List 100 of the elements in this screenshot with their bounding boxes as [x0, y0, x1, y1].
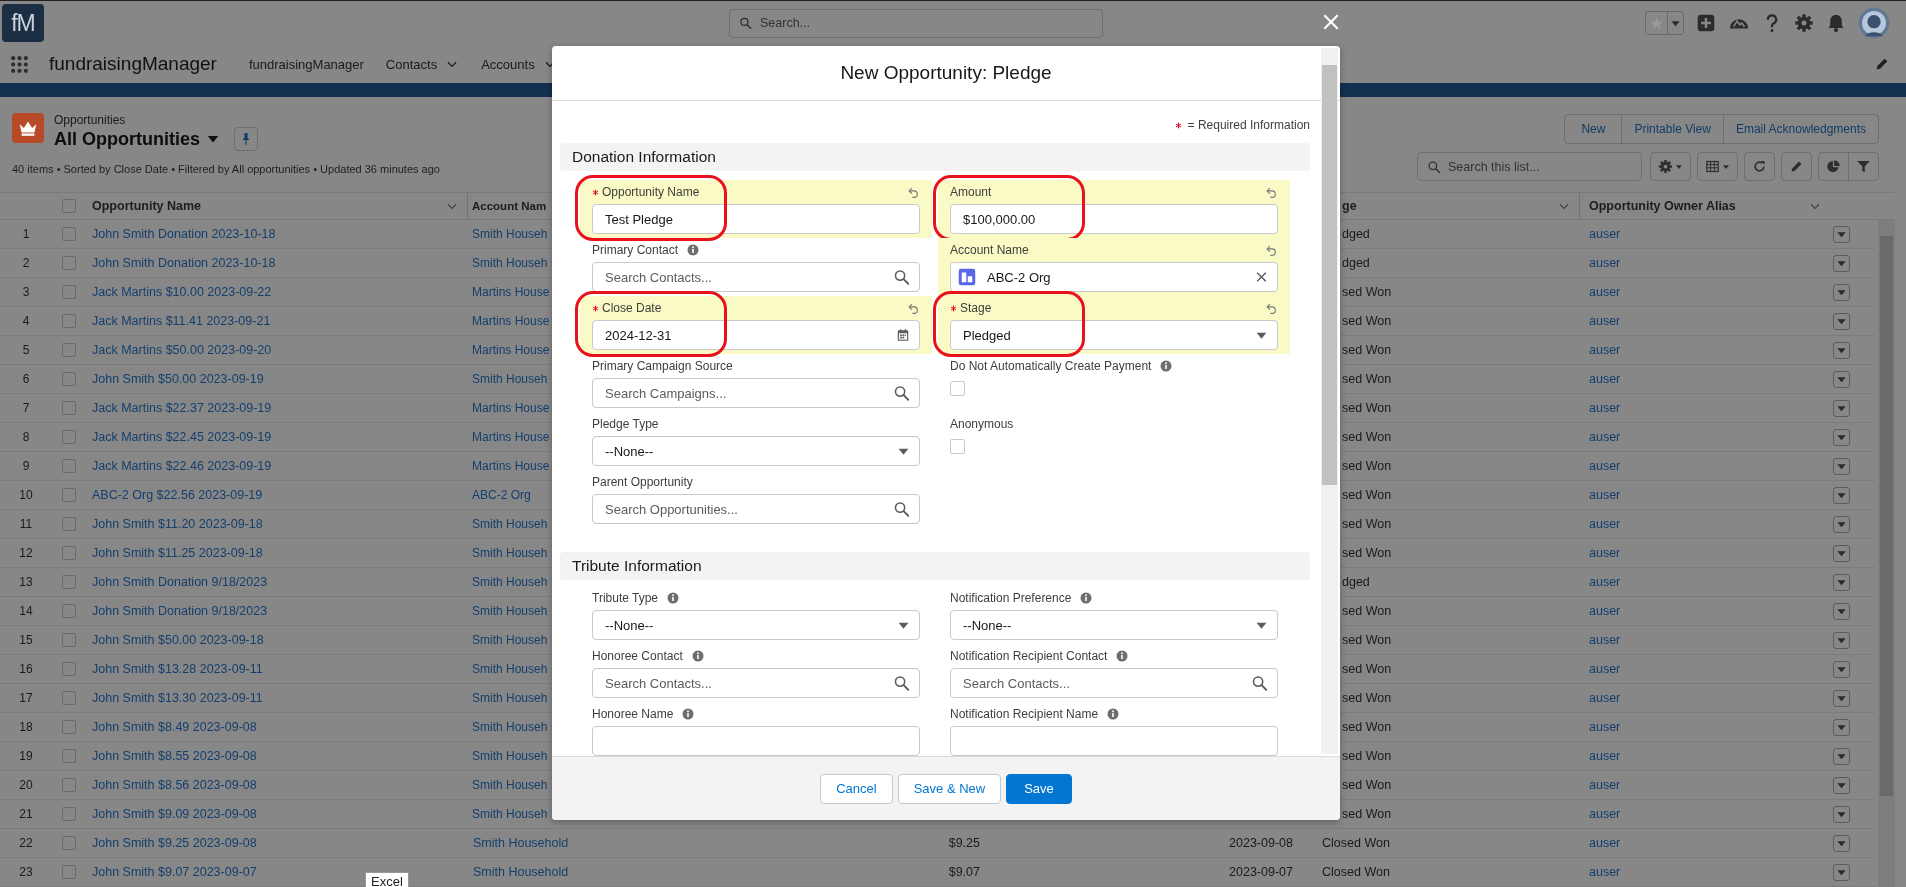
owner-alias-link[interactable]: auser [1589, 517, 1621, 531]
row-actions-button[interactable] [1833, 631, 1850, 649]
row-actions-button[interactable] [1833, 457, 1850, 475]
row-actions-button[interactable] [1833, 428, 1850, 446]
text-field[interactable] [592, 726, 920, 756]
text-field[interactable] [950, 726, 1278, 756]
nav-tab[interactable]: Accounts [481, 56, 557, 72]
row-checkbox[interactable] [62, 662, 76, 676]
opportunity-link[interactable]: John Smith $8.56 2023-09-08 [92, 778, 257, 792]
opportunity-link[interactable]: John Smith $13.28 2023-09-11 [92, 662, 263, 676]
opportunity-link[interactable]: John Smith $8.49 2023-09-08 [92, 720, 257, 734]
row-checkbox[interactable] [62, 488, 76, 502]
account-link[interactable]: Smith Househ [472, 372, 548, 386]
owner-alias-link[interactable]: auser [1589, 401, 1621, 415]
opportunity-link[interactable]: Jack Martins $22.45 2023-09-19 [92, 430, 272, 444]
opportunity-link[interactable]: Jack Martins $22.46 2023-09-19 [92, 459, 272, 473]
account-link[interactable]: Martins House [472, 459, 550, 473]
info-icon[interactable] [667, 592, 680, 604]
opportunity-link[interactable]: John Smith $9.25 2023-09-08 [92, 836, 257, 850]
picklist[interactable]: --None-- [592, 610, 920, 640]
opportunity-link[interactable]: John Smith Donation 2023-10-18 [92, 256, 276, 270]
search-field[interactable]: Search Contacts... [592, 668, 920, 698]
app-logo[interactable]: fM [2, 4, 44, 42]
row-checkbox[interactable] [62, 546, 76, 560]
row-actions-button[interactable] [1833, 399, 1850, 417]
opportunity-link[interactable]: ABC-2 Org $22.56 2023-09-19 [92, 488, 263, 502]
account-link[interactable]: Smith Household [473, 836, 569, 850]
checkbox[interactable] [950, 381, 965, 396]
account-link[interactable]: Martins House [472, 343, 550, 357]
calendar-icon[interactable] [896, 328, 910, 342]
account-link[interactable]: Smith Househ [472, 633, 548, 647]
scrollbar[interactable] [1321, 48, 1338, 754]
row-actions-button[interactable] [1833, 602, 1850, 620]
row-checkbox[interactable] [62, 749, 76, 763]
opportunity-link[interactable]: John Smith $8.55 2023-09-08 [92, 749, 257, 763]
text-field[interactable]: Test Pledge [592, 204, 920, 234]
row-checkbox[interactable] [62, 807, 76, 821]
account-link[interactable]: Smith Househ [472, 604, 548, 618]
opportunity-link[interactable]: Jack Martins $50.00 2023-09-20 [92, 343, 272, 357]
owner-alias-link[interactable]: auser [1589, 488, 1621, 502]
owner-alias-link[interactable]: auser [1589, 807, 1621, 821]
account-link[interactable]: Martins House [472, 430, 550, 444]
owner-alias-link[interactable]: auser [1589, 836, 1621, 850]
action-button[interactable]: Printable View [1621, 115, 1723, 143]
opportunity-link[interactable]: John Smith $50.00 2023-09-19 [92, 372, 264, 386]
owner-alias-link[interactable]: auser [1589, 662, 1621, 676]
account-link[interactable]: Smith Househ [472, 778, 548, 792]
opportunity-link[interactable]: John Smith Donation 9/18/2023 [92, 604, 268, 618]
row-actions-button[interactable] [1833, 370, 1850, 388]
undo-icon[interactable] [1265, 185, 1278, 199]
row-checkbox[interactable] [62, 227, 76, 241]
search-field[interactable]: Search Opportunities... [592, 494, 920, 524]
avatar-icon[interactable] [1858, 7, 1890, 39]
opportunity-link[interactable]: John Smith $50.00 2023-09-18 [92, 633, 264, 647]
row-actions-button[interactable] [1833, 225, 1850, 243]
info-icon[interactable] [1107, 708, 1120, 720]
owner-alias-link[interactable]: auser [1589, 604, 1621, 618]
row-actions-button[interactable] [1833, 747, 1850, 765]
nav-tab[interactable]: fundraisingManager [248, 56, 364, 72]
row-actions-button[interactable] [1833, 834, 1850, 852]
primary-button[interactable]: Save [1006, 773, 1072, 804]
owner-alias-link[interactable]: auser [1589, 227, 1621, 241]
lookup-field[interactable]: ABC-2 Org [950, 262, 1278, 292]
account-link[interactable]: Smith Househ [472, 227, 548, 241]
picklist[interactable]: --None-- [592, 436, 920, 466]
info-icon[interactable] [682, 708, 695, 720]
row-actions-button[interactable] [1833, 689, 1850, 707]
opportunity-link[interactable]: John Smith $9.07 2023-09-07 [92, 865, 257, 879]
opportunity-link[interactable]: John Smith $13.30 2023-09-11 [92, 691, 263, 705]
section-header[interactable]: Tribute Information [560, 552, 1310, 580]
settings-button[interactable] [1650, 152, 1691, 181]
row-actions-button[interactable] [1833, 863, 1850, 881]
account-link[interactable]: Smith Household [473, 865, 569, 879]
column-header[interactable]: Account Nam [472, 200, 547, 212]
info-icon[interactable] [691, 650, 704, 662]
action-button[interactable]: New [1565, 115, 1622, 143]
row-actions-button[interactable] [1833, 486, 1850, 504]
date-field[interactable]: 2024-12-31 [592, 320, 920, 350]
opportunity-link[interactable]: Jack Martins $11.41 2023-09-21 [92, 314, 271, 328]
secondary-button[interactable]: Cancel [820, 773, 893, 804]
row-actions-button[interactable] [1833, 341, 1850, 359]
row-checkbox[interactable] [62, 314, 76, 328]
info-icon[interactable] [1080, 592, 1093, 604]
owner-alias-link[interactable]: auser [1589, 343, 1621, 357]
account-link[interactable]: Martins House [472, 314, 550, 328]
row-actions-button[interactable] [1833, 544, 1850, 562]
account-link[interactable]: Smith Househ [472, 807, 548, 821]
owner-alias-link[interactable]: auser [1589, 575, 1621, 589]
undo-icon[interactable] [907, 301, 920, 315]
row-checkbox[interactable] [62, 691, 76, 705]
row-actions-button[interactable] [1833, 718, 1850, 736]
column-header[interactable]: Opportunity Owner Alias [1589, 199, 1736, 213]
info-icon[interactable] [1160, 360, 1173, 372]
row-actions-button[interactable] [1833, 660, 1850, 678]
row-actions-button[interactable] [1833, 283, 1850, 301]
opportunity-link[interactable]: John Smith $11.25 2023-09-18 [92, 546, 263, 560]
owner-alias-link[interactable]: auser [1589, 691, 1621, 705]
row-checkbox[interactable] [62, 575, 76, 589]
opportunity-link[interactable]: John Smith $11.20 2023-09-18 [92, 517, 263, 531]
row-checkbox[interactable] [62, 372, 76, 386]
